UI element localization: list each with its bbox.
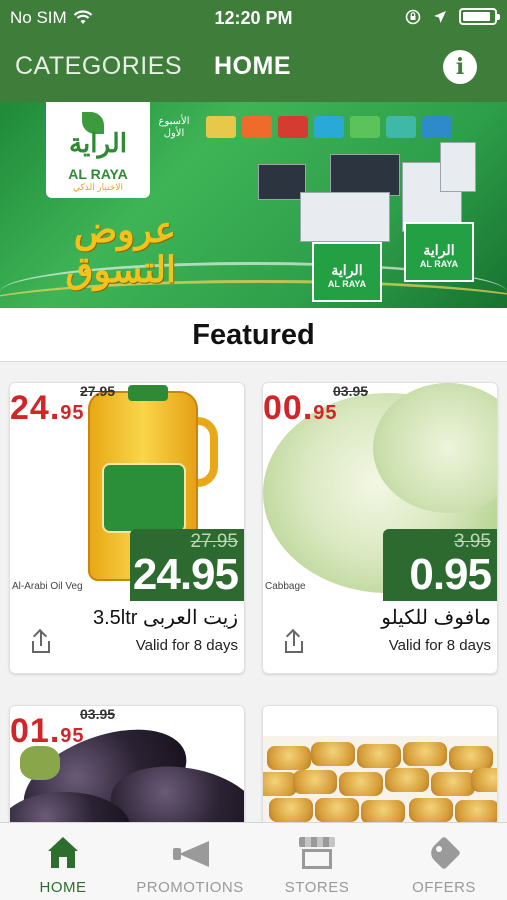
printer-illustration [300,192,390,242]
chip [314,116,344,138]
pastry-illustration [267,746,311,770]
validity-label: Valid for 8 days [388,637,491,654]
tab-label: OFFERS [412,879,476,896]
image-price-decimal: 95 [313,402,338,424]
chip [206,116,236,138]
bottle-cap [128,385,168,401]
pastry-illustration [357,744,401,768]
chip [386,116,416,138]
tv-illustration [258,164,306,200]
image-old-price: 03.95 [80,706,116,722]
eggplant-calyx [20,746,60,780]
chip [278,116,308,138]
status-right [405,8,500,25]
pastry-illustration [403,742,447,766]
bottom-tab-bar: HOME PROMOTIONS STORES OFFERS [0,822,507,900]
product-card[interactable]: 00.95 03.95 Cabbage 3.95 0.95 مافوف للكي… [262,382,498,674]
pastry-illustration [361,800,405,824]
image-price-decimal: 95 [60,725,85,747]
tab-bar-home[interactable]: HOME [0,823,126,900]
week-label: الأسبوع الأول [158,116,190,139]
gift-box: الراية AL RAYA [312,242,382,302]
gift-english: AL RAYA [419,259,459,269]
section-title: Featured [192,319,315,351]
tag-icon [427,836,461,870]
image-price-main: 01. [10,712,61,750]
product-card[interactable]: 24.95 27.95 Al-Arabi Oil Veg 27.95 24.95… [9,382,245,674]
image-price-main: 00. [263,389,314,427]
product-title[interactable]: زيت العربى 3.5ltr [93,605,238,630]
banner-category-chips [206,116,452,138]
promo-banner[interactable]: الراية AL RAYA الاختيار الذكي الأسبوع ال… [0,102,507,308]
promo-line2: التسوق [65,249,176,290]
image-price: 00.95 [263,389,338,428]
al-raya-logo: الراية AL RAYA الاختيار الذكي [46,102,150,198]
share-icon[interactable] [283,628,305,653]
pastry-illustration [311,742,355,766]
chip [422,116,452,138]
product-image[interactable]: 00.95 03.95 Cabbage 3.95 0.95 [263,383,497,601]
tab-bar-promotions[interactable]: PROMOTIONS [127,823,253,900]
logo-arabic: الراية [69,128,127,158]
share-icon[interactable] [30,628,52,653]
gift-english: AL RAYA [327,279,367,289]
pastry-illustration [449,746,493,770]
pastry-illustration [293,770,337,794]
promo-line1: عروض [73,209,176,250]
status-bar: No SIM 12:20 PM [0,0,507,36]
store-icon [299,837,335,869]
gift-arabic: الراية [423,242,455,258]
price-tag: 3.95 0.95 [383,529,497,601]
image-price-main: 24. [10,389,61,427]
app-header: No SIM 12:20 PM CATEGORIES HOME i [0,0,507,102]
logo-english: AL RAYA [68,166,128,182]
gift-box: الراية AL RAYA [404,222,474,282]
top-nav: CATEGORIES HOME i [0,46,507,92]
pastry-illustration [385,768,429,792]
gift-arabic: الراية [331,262,363,278]
logo-tagline: الاختيار الذكي [73,182,123,192]
new-price: 0.95 [409,550,492,599]
tab-label: PROMOTIONS [136,879,244,896]
battery-icon [459,8,500,25]
image-price: 01.95 [10,712,85,751]
promo-headline: عروض التسوق [26,210,176,290]
image-caption: Cabbage [265,581,306,592]
pastry-illustration [263,772,297,796]
tab-bar-offers[interactable]: OFFERS [381,823,507,900]
pastry-illustration [431,772,475,796]
chip [242,116,272,138]
home-icon [48,837,78,869]
validity-label: Valid for 8 days [135,637,238,654]
featured-section-header: Featured [0,308,507,362]
pastry-illustration [409,798,453,822]
new-price: 24.95 [132,550,239,599]
pastry-illustration [471,768,497,792]
tab-categories[interactable]: CATEGORIES [15,52,182,81]
megaphone-icon [171,839,211,869]
pastry-illustration [269,798,313,822]
pastry-illustration [339,772,383,796]
image-caption: Al-Arabi Oil Veg [12,581,83,592]
pastry-illustration [455,800,497,824]
tab-label: HOME [39,879,87,896]
tab-bar-stores[interactable]: STORES [254,823,380,900]
image-price: 24.95 [10,389,85,428]
product-title[interactable]: مافوف للكيلو [381,605,491,630]
bottle-label [102,463,186,533]
image-old-price: 27.95 [80,383,116,399]
tab-label: STORES [284,879,350,896]
image-old-price: 03.95 [333,383,369,399]
tab-home[interactable]: HOME [214,52,291,81]
chip [350,116,380,138]
monitor-illustration [330,154,400,196]
lock-rotation-icon [405,9,421,24]
image-price-decimal: 95 [60,402,85,424]
price-tag: 27.95 24.95 [130,529,244,601]
product-image[interactable]: 24.95 27.95 Al-Arabi Oil Veg 27.95 24.95 [10,383,244,601]
appliance-illustration [440,142,476,192]
pastry-illustration [315,798,359,822]
location-arrow-icon [434,10,446,23]
info-icon[interactable]: i [443,50,477,84]
